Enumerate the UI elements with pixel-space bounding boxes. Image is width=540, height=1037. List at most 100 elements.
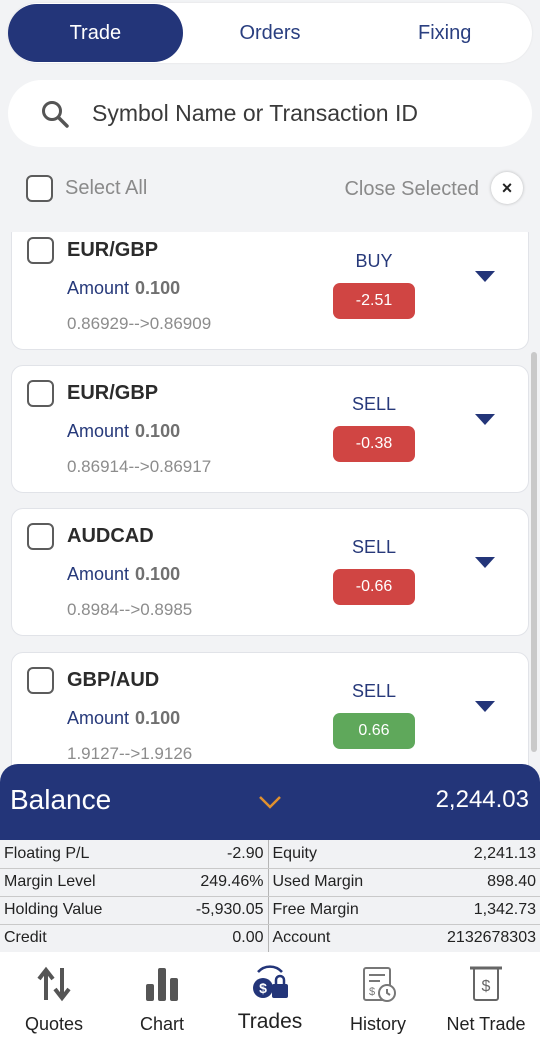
net-trade-icon: $ xyxy=(470,966,502,1001)
holding-value-value: -5,930.05 xyxy=(133,896,269,925)
nav-label: History xyxy=(349,1014,406,1034)
tab-bar: Trade Orders Fixing xyxy=(8,3,532,63)
profit-loss-badge: 0.66 xyxy=(333,713,415,749)
balance-value: 2,244.03 xyxy=(435,786,529,813)
trade-checkbox[interactable] xyxy=(27,237,54,264)
trade-amount: Amount 0.100 xyxy=(67,278,180,299)
amount-label: Amount xyxy=(67,421,130,441)
expand-down-icon[interactable] xyxy=(472,266,498,286)
bottom-nav: Quotes Chart $ Trades $ History $ Net Tr… xyxy=(0,952,540,1037)
svg-text:$: $ xyxy=(369,986,375,998)
nav-label: Trades xyxy=(237,1010,303,1033)
close-icon: × xyxy=(501,177,513,198)
amount-label: Amount xyxy=(67,278,130,298)
trade-checkbox[interactable] xyxy=(27,380,54,407)
table-row: Margin Level 249.46% Used Margin 898.40 xyxy=(0,868,540,897)
select-all-toggle[interactable]: Select All xyxy=(26,175,147,202)
nav-history[interactable]: $ History xyxy=(324,952,432,1037)
trade-side: SELL xyxy=(351,394,397,414)
nav-net-trade[interactable]: $ Net Trade xyxy=(432,952,540,1037)
used-margin-label: Used Margin xyxy=(268,868,401,897)
trade-prices: 0.86929-->0.86909 xyxy=(67,314,212,333)
floating-pl-value: -2.90 xyxy=(133,840,269,869)
trade-checkbox[interactable] xyxy=(27,523,54,550)
profit-loss-badge: -2.51 xyxy=(333,283,415,319)
close-selected-button[interactable]: × xyxy=(491,172,523,204)
trade-card[interactable]: GBP/AUD Amount 0.100 1.9127-->1.9126 SELL… xyxy=(11,652,529,767)
trade-checkbox[interactable] xyxy=(27,667,54,694)
account-number: 2132678303 xyxy=(401,924,540,953)
account-table: Floating P/L -2.90 Equity 2,241.13 Margi… xyxy=(0,840,540,953)
amount-value: 0.100 xyxy=(135,278,181,298)
trade-symbol: GBP/AUD xyxy=(67,669,160,691)
expand-down-icon[interactable] xyxy=(472,552,498,572)
chevron-down-icon[interactable] xyxy=(258,794,282,810)
amount-value: 0.100 xyxy=(135,564,181,584)
trade-side: BUY xyxy=(355,251,393,271)
margin-level-value: 249.46% xyxy=(133,868,269,897)
amount-label: Amount xyxy=(67,564,130,584)
credit-value: 0.00 xyxy=(133,924,269,953)
nav-trades[interactable]: $ Trades xyxy=(216,952,324,1037)
balance-panel[interactable]: Balance 2,244.03 xyxy=(0,764,540,840)
margin-level-label: Margin Level xyxy=(0,868,133,897)
select-all-label: Select All xyxy=(65,177,148,199)
nav-chart[interactable]: Chart xyxy=(108,952,216,1037)
trade-list[interactable]: EUR/GBP Amount 0.100 0.86929-->0.86909 BU… xyxy=(0,232,540,767)
account-label: Account xyxy=(268,924,401,953)
trade-card[interactable]: AUDCAD Amount 0.100 0.8984-->0.8985 SELL … xyxy=(11,508,529,636)
table-row: Credit 0.00 Account 2132678303 xyxy=(0,924,540,953)
trade-prices: 0.8984-->0.8985 xyxy=(67,600,193,619)
amount-label: Amount xyxy=(67,708,130,728)
close-selected-label[interactable]: Close Selected xyxy=(344,178,479,201)
search-input[interactable] xyxy=(92,100,512,127)
tab-orders[interactable]: Orders xyxy=(183,4,358,62)
trade-prices: 0.86914-->0.86917 xyxy=(67,457,212,476)
credit-label: Credit xyxy=(0,924,133,953)
search-bar xyxy=(8,80,532,147)
trade-side: SELL xyxy=(351,537,397,557)
trade-side: SELL xyxy=(351,681,397,701)
balance-label: Balance xyxy=(10,784,112,815)
chart-icon xyxy=(146,968,178,1001)
nav-quotes[interactable]: Quotes xyxy=(0,952,108,1037)
amount-value: 0.100 xyxy=(135,421,181,441)
account-summary: Floating P/L -2.90 Equity 2,241.13 Margi… xyxy=(0,840,540,953)
trade-symbol: AUDCAD xyxy=(67,525,154,547)
table-row: Floating P/L -2.90 Equity 2,241.13 xyxy=(0,840,540,869)
profit-loss-badge: -0.38 xyxy=(333,426,415,462)
nav-label: Chart xyxy=(139,1014,184,1034)
svg-text:$: $ xyxy=(482,978,491,995)
expand-down-icon[interactable] xyxy=(472,696,498,716)
equity-label: Equity xyxy=(268,840,401,869)
trade-amount: Amount 0.100 xyxy=(67,421,180,442)
svg-text:$: $ xyxy=(259,980,267,996)
trade-prices: 1.9127-->1.9126 xyxy=(67,744,193,763)
trades-icon: $ xyxy=(253,965,288,998)
expand-down-icon[interactable] xyxy=(472,409,498,429)
tab-fixing[interactable]: Fixing xyxy=(357,4,532,62)
amount-value: 0.100 xyxy=(135,708,181,728)
profit-loss-badge: -0.66 xyxy=(333,569,415,605)
free-margin-value: 1,342.73 xyxy=(401,896,540,925)
selection-toolbar: Select All Close Selected × xyxy=(0,168,540,212)
equity-value: 2,241.13 xyxy=(401,840,540,869)
trade-card[interactable]: EUR/GBP Amount 0.100 0.86929-->0.86909 BU… xyxy=(11,232,529,350)
search-icon xyxy=(42,100,69,128)
quotes-icon xyxy=(37,966,71,1002)
trade-card[interactable]: EUR/GBP Amount 0.100 0.86914-->0.86917 SE… xyxy=(11,365,529,493)
holding-value-label: Holding Value xyxy=(0,896,133,925)
select-all-checkbox[interactable] xyxy=(26,175,53,202)
list-scrollbar[interactable] xyxy=(531,352,537,752)
tab-trade[interactable]: Trade xyxy=(8,4,183,62)
nav-label: Net Trade xyxy=(446,1014,526,1034)
nav-label: Quotes xyxy=(24,1014,84,1034)
free-margin-label: Free Margin xyxy=(268,896,401,925)
floating-pl-label: Floating P/L xyxy=(0,840,133,869)
trade-amount: Amount 0.100 xyxy=(67,708,180,729)
history-icon: $ xyxy=(363,967,396,1002)
trade-symbol: EUR/GBP xyxy=(67,382,159,404)
trade-symbol: EUR/GBP xyxy=(67,239,159,261)
trade-amount: Amount 0.100 xyxy=(67,564,180,585)
table-row: Holding Value -5,930.05 Free Margin 1,34… xyxy=(0,896,540,925)
